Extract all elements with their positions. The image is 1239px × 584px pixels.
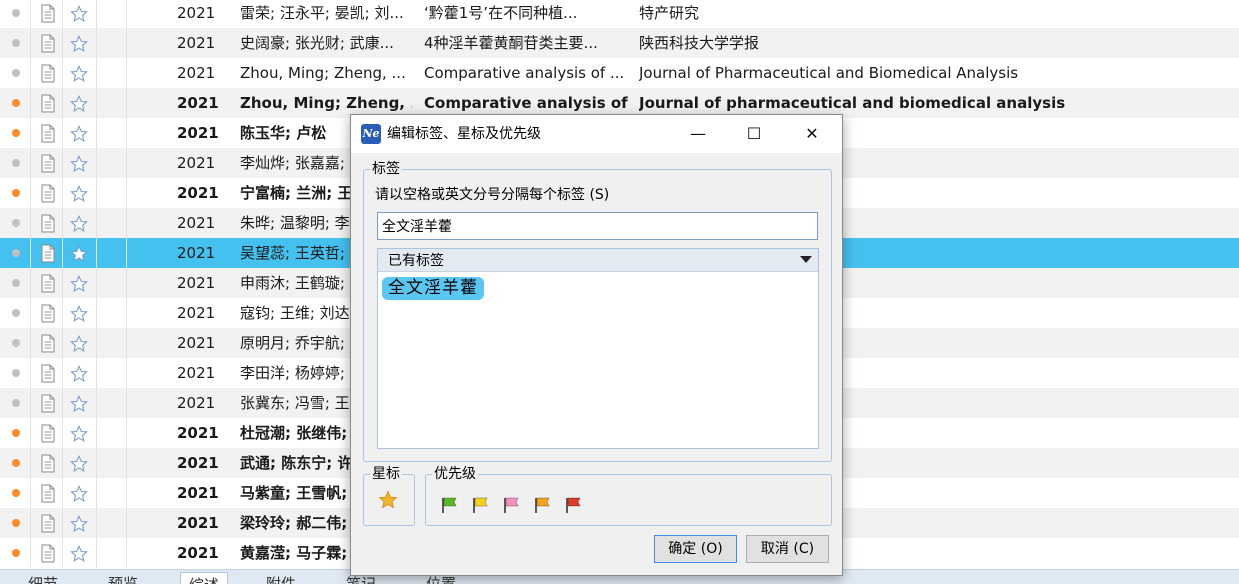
read-status-icon [12, 309, 20, 317]
authors-cell: 雷荣; 汪永平; 晏凯; 刘... [240, 4, 404, 22]
year-cell: 2021 [177, 4, 216, 22]
bottom-tab[interactable]: 附件 [258, 572, 304, 584]
close-button[interactable]: ✕ [787, 115, 837, 153]
tags-hint: 请以空格或英文分号分隔每个标签 (S) [375, 187, 610, 203]
read-status-icon [12, 429, 20, 437]
year-cell: 2021 [177, 154, 216, 172]
bottom-tab[interactable]: 预览 [100, 572, 146, 584]
tags-legend: 标签 [370, 161, 402, 177]
journal-cell: 陕西科技大学学报 [639, 34, 760, 52]
dialog-titlebar[interactable]: Ne 编辑标签、星标及优先级 — ☐ ✕ [351, 115, 842, 153]
read-status-icon [12, 339, 20, 347]
existing-tags-panel[interactable]: 已有标签 全文淫羊藿 [377, 248, 819, 449]
year-cell: 2021 [177, 394, 216, 412]
year-cell: 2021 [177, 274, 216, 292]
star-legend: 星标 [370, 466, 402, 482]
read-status-icon [12, 399, 20, 407]
priority-legend: 优先级 [432, 466, 478, 482]
title-cell: 4种淫羊藿黄酮苷类主要... [424, 34, 598, 52]
pink-flag-icon[interactable] [503, 497, 521, 513]
dialog-title: 编辑标签、星标及优先级 [387, 126, 541, 142]
maximize-button[interactable]: ☐ [729, 115, 779, 153]
year-cell: 2021 [177, 454, 219, 472]
read-status-icon [12, 159, 20, 167]
cancel-button[interactable]: 取消 (C) [746, 535, 829, 563]
year-cell: 2021 [177, 34, 216, 52]
year-cell: 2021 [177, 184, 219, 202]
year-cell: 2021 [177, 244, 216, 262]
read-status-icon [12, 549, 20, 557]
orange-flag-icon[interactable] [534, 497, 552, 513]
read-status-icon [12, 9, 20, 17]
read-status-icon [12, 489, 20, 497]
read-status-icon [12, 219, 20, 227]
year-cell: 2021 [177, 514, 219, 532]
bottom-tab[interactable]: 综述 [180, 572, 229, 584]
table-row[interactable]: 2021 雷荣; 汪永平; 晏凯; 刘... ‘黔藿1号’在不同种植... 特产研究 [0, 0, 1239, 28]
year-cell: 2021 [177, 304, 216, 322]
authors-cell: 史阔豪; 张光财; 武康... [240, 34, 394, 52]
year-cell: 2021 [177, 214, 216, 232]
collapse-arrow-icon[interactable] [800, 256, 812, 263]
tags-input[interactable] [377, 212, 818, 240]
green-flag-icon[interactable] [441, 497, 459, 513]
read-status-icon [12, 129, 20, 137]
year-cell: 2021 [177, 64, 216, 82]
read-status-icon [12, 39, 20, 47]
read-status-icon [12, 69, 20, 77]
existing-tags-label: 已有标签 [388, 253, 444, 269]
read-status-icon [12, 369, 20, 377]
year-cell: 2021 [177, 544, 219, 562]
existing-tag-chip[interactable]: 全文淫羊藿 [382, 277, 484, 300]
ok-button[interactable]: 确定 (O) [654, 535, 737, 563]
year-cell: 2021 [177, 334, 216, 352]
app-icon: Ne [361, 124, 381, 144]
star-icon[interactable] [378, 490, 398, 510]
year-cell: 2021 [177, 424, 219, 442]
table-row[interactable]: 2021 Zhou, Ming; Zheng, ... Comparative an… [0, 58, 1239, 88]
title-cell: ‘黔藿1号’在不同种植... [424, 4, 578, 22]
authors-cell: Zhou, Ming; Zheng, ... [240, 64, 406, 82]
yellow-flag-icon[interactable] [472, 497, 490, 513]
year-cell: 2021 [177, 94, 219, 112]
table-row[interactable]: 2021 史阔豪; 张光财; 武康... 4种淫羊藿黄酮苷类主要... 陕西科技大学学… [0, 28, 1239, 58]
bottom-tab[interactable]: 细节 [20, 572, 66, 584]
title-cell: Comparative analysis of ... [424, 64, 625, 82]
read-status-icon [12, 459, 20, 467]
minimize-button[interactable]: — [673, 115, 723, 153]
read-status-icon [12, 249, 20, 257]
read-status-icon [12, 279, 20, 287]
journal-cell: 特产研究 [639, 4, 700, 22]
year-cell: 2021 [177, 484, 219, 502]
read-status-icon [12, 99, 20, 107]
read-status-icon [12, 519, 20, 527]
existing-tags-header[interactable]: 已有标签 [378, 249, 818, 272]
year-cell: 2021 [177, 364, 216, 382]
read-status-icon [12, 189, 20, 197]
journal-cell: Journal of Pharmaceutical and Biomedical… [639, 64, 1019, 82]
year-cell: 2021 [177, 124, 219, 142]
red-flag-icon[interactable] [565, 497, 583, 513]
